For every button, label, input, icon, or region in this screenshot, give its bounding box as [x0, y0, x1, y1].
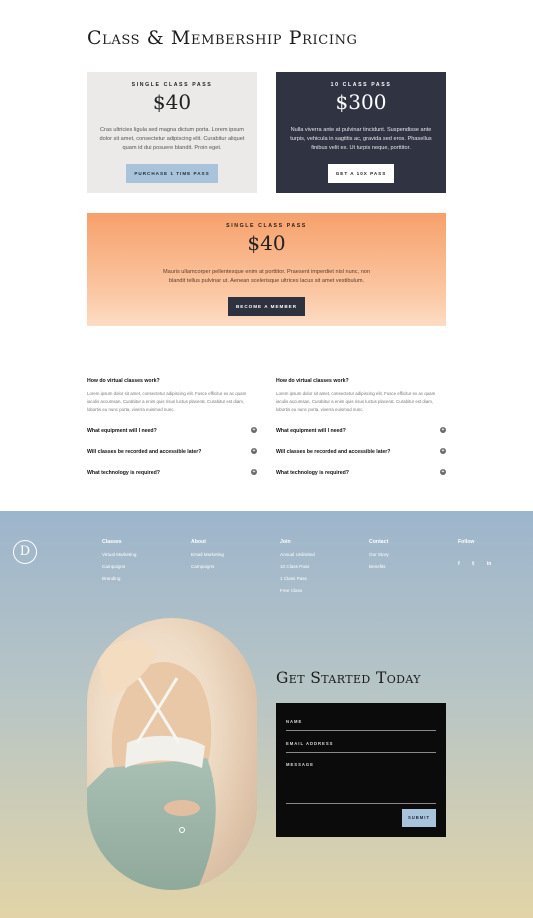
footer-link[interactable]: Our Story [369, 552, 389, 557]
woman-stretching-illustration [87, 640, 216, 890]
faq-question[interactable]: How do virtual classes work? [276, 378, 446, 384]
cta-title: Get Started Today [276, 669, 421, 687]
facebook-icon[interactable]: f [458, 561, 460, 567]
faq-question[interactable]: How do virtual classes work? [87, 378, 257, 384]
footer-link[interactable]: Campaigns [191, 564, 224, 569]
footer-link[interactable]: 1 Class Pass [280, 576, 315, 581]
card-kicker: Single Class Pass [131, 82, 213, 88]
footer-link[interactable]: Branding [102, 576, 136, 581]
submit-button[interactable]: Submit [402, 809, 436, 827]
footer-link[interactable]: Virtual Marketing [102, 552, 136, 557]
logo[interactable]: D [13, 540, 37, 564]
message-field[interactable] [286, 803, 436, 804]
footer-link[interactable]: Annual Unlimited [280, 552, 315, 557]
card-description: Nulla viverra ante at pulvinar tincidunt… [290, 127, 432, 151]
message-label: Message [286, 762, 314, 767]
purchase-1-time-pass-button[interactable]: Purchase 1 Time Pass [126, 164, 218, 183]
twitter-icon[interactable]: 𝕥 [472, 561, 474, 567]
footer-heading: Follow [458, 539, 475, 545]
faq-question-text: Will classes be recorded and accessible … [87, 449, 202, 456]
footer-link[interactable]: 10 Class Pass [280, 564, 315, 569]
footer-heading: Contact [369, 539, 389, 545]
pricing-card-10-class: 10 Class Pass $300 Nulla viverra ante at… [276, 72, 446, 193]
pricing-card-membership: Single Class Pass $40 Mauris ullamcorper… [87, 213, 446, 326]
name-label: Name [286, 719, 303, 724]
faq-question-text: How do virtual classes work? [276, 378, 349, 384]
expand-icon[interactable]: + [251, 427, 257, 434]
expand-icon[interactable]: + [251, 469, 257, 476]
footer-column-follow: Follow f 𝕥 in [458, 539, 499, 570]
card-description: Mauris ullamcorper pellentesque enim at … [162, 269, 371, 284]
email-field[interactable] [286, 752, 436, 753]
social-links: f 𝕥 in [458, 552, 499, 570]
pricing-card-single: Single Class Pass $40 Cras ultricies lig… [87, 72, 257, 193]
faq-answer: Lorem ipsum dolor sit amet, consectetur … [276, 391, 436, 412]
faq-question[interactable]: What equipment will I need? + [276, 427, 446, 435]
footer-column-join: Join Annual Unlimited 10 Class Pass 1 Cl… [280, 539, 315, 593]
footer-column-contact: Contact Our Story Benefits [369, 539, 389, 569]
faq-question[interactable]: What equipment will I need? + [87, 427, 257, 435]
faq-question-text: What technology is required? [276, 470, 349, 477]
card-price: $40 [152, 90, 192, 114]
faq-question[interactable]: What technology is required? + [276, 469, 446, 477]
faq-right-column: How do virtual classes work? Lorem ipsum… [276, 378, 446, 476]
page-title: Class & Membership Pricing [87, 27, 358, 49]
faq-question-text: What equipment will I need? [87, 428, 157, 435]
footer-link[interactable]: Free Class [280, 588, 315, 593]
faq-question-text: How do virtual classes work? [87, 378, 160, 384]
footer-heading: Classes [102, 539, 122, 545]
faq-answer: Lorem ipsum dolor sit amet, consectetur … [87, 391, 247, 412]
footer-column-about: About Email Marketing Campaigns [191, 539, 224, 569]
faq-question-text: What equipment will I need? [276, 428, 346, 435]
name-field[interactable] [286, 730, 436, 731]
faq-question[interactable]: What technology is required? + [87, 469, 257, 477]
faq-question[interactable]: Will classes be recorded and accessible … [276, 448, 446, 456]
expand-icon[interactable]: + [440, 448, 446, 455]
card-price: $40 [247, 231, 286, 255]
become-member-button[interactable]: Become a Member [227, 297, 306, 316]
card-kicker: Single Class Pass [226, 223, 307, 229]
faq-left-column: How do virtual classes work? Lorem ipsum… [87, 378, 257, 476]
footer-column-classes: Classes Virtual Marketing Campaigns Bran… [102, 539, 136, 581]
faq-question[interactable]: Will classes be recorded and accessible … [87, 448, 257, 456]
fitness-photo [87, 618, 257, 890]
footer-link[interactable]: Email Marketing [191, 552, 224, 557]
faq-question-text: What technology is required? [87, 470, 160, 477]
email-label: Email Address [286, 741, 334, 746]
expand-icon[interactable]: + [440, 427, 446, 434]
card-description: Cras ultricies ligula sed magna dictum p… [99, 127, 245, 151]
card-kicker: 10 Class Pass [330, 82, 392, 88]
footer-heading: About [191, 539, 206, 545]
get-10x-pass-button[interactable]: Get a 10x Pass [327, 164, 395, 183]
signup-form: Name Email Address Message Submit [276, 703, 446, 837]
card-price: $300 [335, 90, 387, 114]
linkedin-icon[interactable]: in [487, 561, 491, 567]
expand-icon[interactable]: + [440, 469, 446, 476]
expand-icon[interactable]: + [251, 448, 257, 455]
footer-link[interactable]: Campaigns [102, 564, 136, 569]
footer-heading: Join [280, 539, 291, 545]
footer [0, 511, 533, 918]
footer-link[interactable]: Benefits [369, 564, 389, 569]
faq-question-text: Will classes be recorded and accessible … [276, 449, 391, 456]
